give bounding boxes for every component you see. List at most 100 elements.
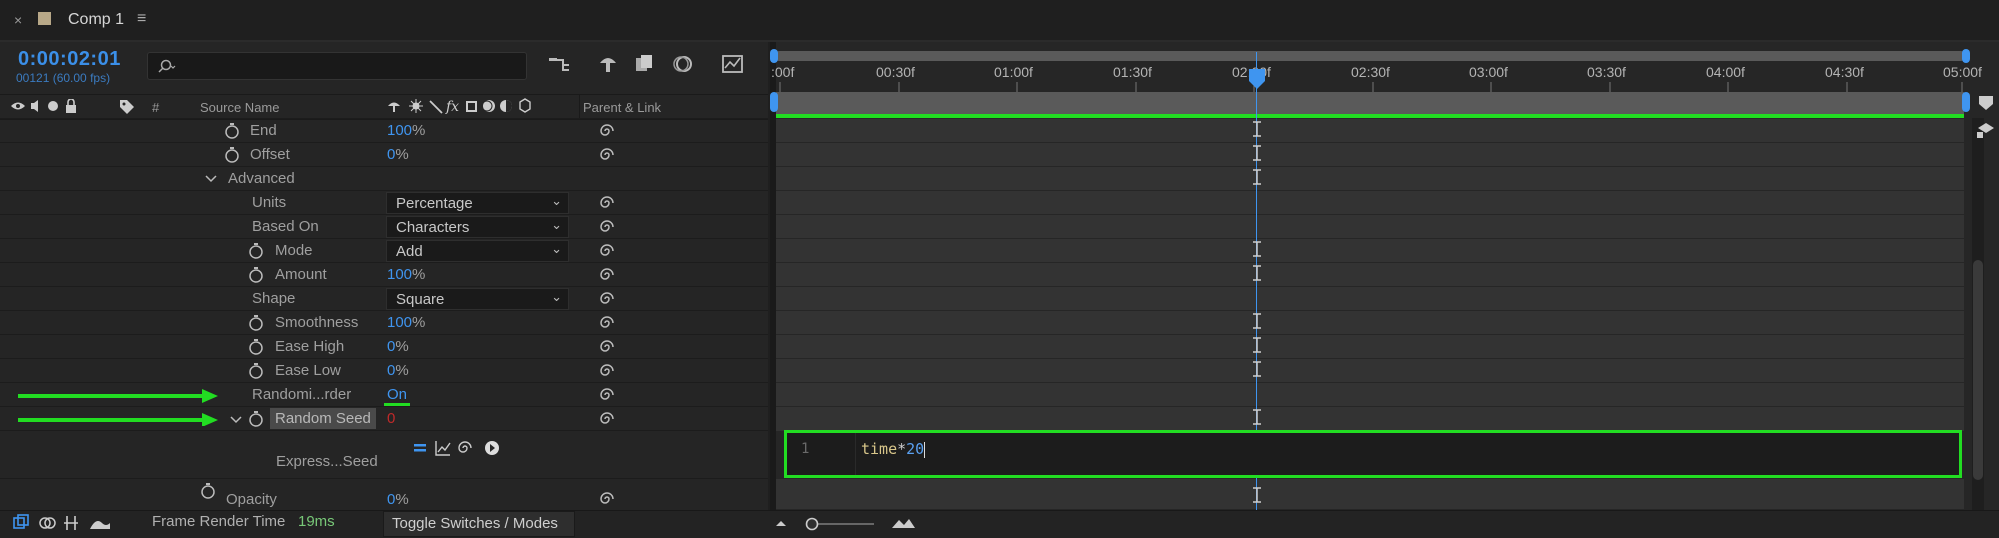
stopwatch-icon[interactable] <box>248 243 264 259</box>
toggle-layer-switches-icon[interactable] <box>13 514 29 529</box>
stopwatch-icon[interactable] <box>248 363 264 379</box>
zoom-out-icon[interactable] <box>776 521 786 526</box>
pick-whip-icon[interactable] <box>598 363 616 379</box>
stopwatch-icon[interactable] <box>248 267 264 283</box>
vertical-scrollbar-thumb[interactable] <box>1973 260 1983 480</box>
zoom-in-icon[interactable] <box>892 519 915 528</box>
switches-header-icons: fx <box>388 98 531 114</box>
property-label: Express...Seed <box>276 453 378 470</box>
ruler-label: 03:30f <box>1587 64 1626 80</box>
timeline-row <box>776 286 1964 311</box>
property-value[interactable]: 100% <box>387 314 425 331</box>
stopwatch-icon[interactable] <box>248 411 264 427</box>
pick-whip-icon[interactable] <box>598 291 616 307</box>
current-time[interactable]: 0:00:02:01 <box>18 48 121 71</box>
close-tab-icon[interactable]: × <box>14 12 22 28</box>
pick-whip-icon[interactable] <box>598 339 616 355</box>
timeline-row <box>776 214 1964 239</box>
property-row-expression: Express...Seed <box>0 430 768 479</box>
property-value[interactable]: 0% <box>387 146 409 163</box>
property-value[interactable]: 0% <box>387 338 409 355</box>
property-label: Units <box>252 194 287 211</box>
ruler-label: 00:30f <box>876 64 915 80</box>
composition-flowchart-icon[interactable] <box>547 55 573 75</box>
stopwatch-icon[interactable] <box>224 123 240 139</box>
playhead-handle[interactable] <box>1248 68 1266 90</box>
toggle-render-time-icon[interactable] <box>90 521 110 529</box>
expression-language-menu-icon[interactable] <box>485 441 499 455</box>
timeline-row <box>776 238 1964 263</box>
property-value[interactable]: 0% <box>387 362 409 379</box>
property-label: Offset <box>250 146 290 163</box>
timeline-row <box>776 382 1964 407</box>
comp-marker-bin-icon[interactable] <box>1974 120 1996 140</box>
expression-graph-icon[interactable] <box>435 441 451 456</box>
av-switches-icons <box>11 99 76 113</box>
layer-in-handle[interactable] <box>770 92 778 112</box>
layer-duration-bar[interactable] <box>776 92 1964 116</box>
time-marker-icon[interactable] <box>1977 94 1995 112</box>
search-input[interactable] <box>147 52 527 80</box>
property-row-opacity: Opacity 0% <box>0 478 768 508</box>
ruler-label: 03:00f <box>1469 64 1508 80</box>
based-on-dropdown[interactable]: Characters ⌄ <box>386 216 569 238</box>
pick-whip-icon[interactable] <box>598 411 616 427</box>
pick-whip-icon[interactable] <box>598 123 616 139</box>
mode-dropdown[interactable]: Add ⌄ <box>386 240 569 262</box>
tab-title[interactable]: Comp 1 <box>68 11 124 29</box>
property-value[interactable]: 100% <box>387 122 425 139</box>
timeline-row <box>776 166 1964 191</box>
panel-menu-icon[interactable]: ≡ <box>137 10 146 28</box>
work-area-start-handle[interactable] <box>770 49 778 63</box>
frame-blending-icon[interactable] <box>633 53 657 75</box>
property-row-based-on: Based On Characters ⌄ <box>0 214 768 239</box>
shy-layers-icon[interactable] <box>596 53 620 75</box>
bottom-toggle-icons <box>13 514 110 530</box>
pick-whip-icon[interactable] <box>598 387 616 403</box>
expression-pick-whip-icon[interactable] <box>458 441 472 453</box>
toggle-switches-modes-button[interactable]: Toggle Switches / Modes <box>383 511 575 537</box>
random-seed-value[interactable]: 0 <box>387 410 395 427</box>
chevron-down-icon[interactable] <box>205 174 217 184</box>
expression-enable-icon[interactable] <box>414 444 426 452</box>
stopwatch-icon[interactable] <box>248 315 264 331</box>
stopwatch-icon[interactable] <box>248 339 264 355</box>
work-area-bar[interactable] <box>776 51 1964 61</box>
pick-whip-icon[interactable] <box>598 219 616 235</box>
pick-whip-icon[interactable] <box>598 315 616 331</box>
shape-dropdown[interactable]: Square ⌄ <box>386 288 569 310</box>
header-source-name[interactable]: Source Name <box>200 100 279 115</box>
property-row-offset: Offset 0% <box>0 142 768 167</box>
property-row-amount: Amount 100% <box>0 262 768 287</box>
units-dropdown[interactable]: Percentage ⌄ <box>386 192 569 214</box>
pick-whip-icon[interactable] <box>598 491 616 507</box>
pick-whip-icon[interactable] <box>598 147 616 163</box>
toggle-transfer-controls-icon[interactable] <box>39 517 56 529</box>
svg-text:fx: fx <box>445 99 459 114</box>
pick-whip-icon[interactable] <box>598 195 616 211</box>
graph-editor-icon[interactable] <box>720 52 746 76</box>
zoom-slider-thumb[interactable] <box>805 517 819 531</box>
property-row-end: End 100% <box>0 118 768 143</box>
randomize-order-toggle[interactable]: On <box>384 386 411 406</box>
property-label[interactable]: Random Seed <box>270 408 376 429</box>
pick-whip-icon[interactable] <box>598 243 616 259</box>
header-parent-link[interactable]: Parent & Link <box>583 100 661 115</box>
toggle-in-out-icon[interactable] <box>64 516 78 530</box>
pick-whip-icon[interactable] <box>598 267 616 283</box>
expression-editor[interactable]: 1 time*20 <box>784 430 1962 478</box>
stopwatch-icon[interactable] <box>224 147 240 163</box>
header-number: # <box>152 100 160 115</box>
tab-bar <box>0 0 1999 42</box>
stopwatch-icon[interactable] <box>200 483 216 499</box>
work-area-end-handle[interactable] <box>1962 49 1970 63</box>
label-tag-icon <box>120 100 134 114</box>
motion-blur-icon[interactable] <box>670 53 696 75</box>
expression-code[interactable]: time*20 <box>861 440 926 458</box>
property-value[interactable]: 100% <box>387 266 425 283</box>
frame-render-label: Frame Render Time <box>152 513 286 530</box>
property-label: Randomi...rder <box>252 386 352 403</box>
layer-out-handle[interactable] <box>1962 92 1970 112</box>
chevron-down-icon[interactable] <box>230 415 242 425</box>
property-value[interactable]: 0% <box>387 491 409 508</box>
